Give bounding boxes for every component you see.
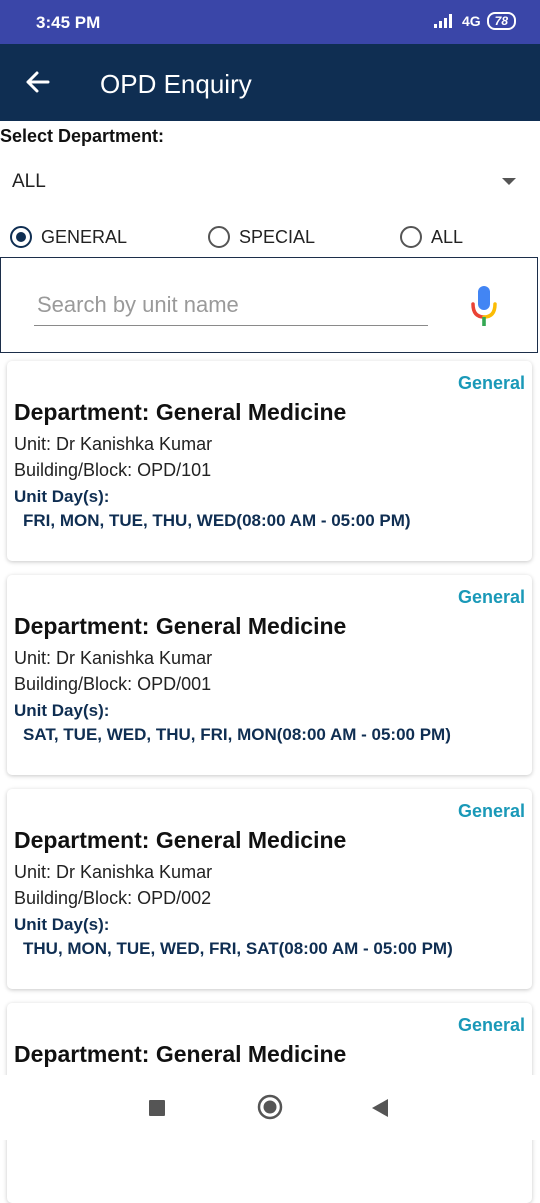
- square-icon: [149, 1100, 165, 1116]
- battery-level: 78: [494, 14, 508, 28]
- radio-general[interactable]: GENERAL: [10, 222, 127, 252]
- dropdown-arrow-icon: [502, 178, 516, 185]
- department-name: Department: General Medicine: [14, 613, 347, 639]
- radio-label: GENERAL: [41, 226, 128, 247]
- radio-special[interactable]: SPECIAL: [208, 222, 315, 252]
- nav-back-button[interactable]: [371, 1098, 389, 1123]
- unit-days: FRI, MON, TUE, THU, WED(08:00 AM - 05:00…: [23, 511, 411, 530]
- radio-unchecked-icon: [208, 226, 230, 248]
- unit-days: SAT, TUE, WED, THU, FRI, MON(08:00 AM - …: [23, 725, 451, 744]
- home-button[interactable]: [257, 1094, 283, 1125]
- arrow-left-icon: [26, 71, 50, 93]
- status-bar: 3:45 PM 4G 78: [0, 0, 540, 44]
- unit-days-label: Unit Day(s):: [14, 487, 110, 506]
- unit-name: Unit: Dr Kanishka Kumar: [14, 862, 213, 882]
- back-button[interactable]: [20, 64, 56, 100]
- status-indicators: 4G 78: [433, 12, 516, 30]
- status-time: 3:45 PM: [36, 13, 101, 32]
- type-badge: General: [457, 373, 525, 393]
- microphone-icon: [471, 286, 497, 326]
- department-label: Select Department:: [0, 126, 165, 146]
- circle-icon: [257, 1094, 283, 1120]
- type-badge: General: [457, 801, 525, 821]
- radio-label: SPECIAL: [239, 226, 316, 247]
- radio-all[interactable]: ALL: [400, 222, 463, 252]
- radio-label: ALL: [431, 226, 464, 247]
- department-dropdown[interactable]: ALL: [0, 160, 530, 204]
- page-title: OPD Enquiry: [100, 69, 252, 99]
- network-type: 4G: [461, 13, 481, 29]
- building-block: Building/Block: OPD/002: [14, 888, 212, 908]
- department-name: Department: General Medicine: [14, 399, 347, 425]
- unit-days: THU, MON, TUE, WED, FRI, SAT(08:00 AM - …: [23, 939, 453, 958]
- building-block: Building/Block: OPD/101: [14, 460, 212, 480]
- voice-search-button[interactable]: [469, 284, 499, 328]
- radio-checked-icon: [10, 226, 32, 248]
- type-badge: General: [457, 1015, 525, 1035]
- system-nav-bar: [0, 1075, 540, 1140]
- department-name: Department: General Medicine: [14, 827, 347, 853]
- unit-days-label: Unit Day(s):: [14, 915, 110, 934]
- search-container: [0, 257, 538, 353]
- building-block: Building/Block: OPD/001: [14, 674, 212, 694]
- unit-card[interactable]: General Department: General Medicine Uni…: [7, 789, 532, 989]
- search-input[interactable]: [34, 285, 428, 326]
- unit-card[interactable]: General Department: General Medicine Uni…: [7, 361, 532, 561]
- app-bar: OPD Enquiry: [0, 44, 540, 121]
- signal-icon: [433, 14, 456, 28]
- triangle-back-icon: [372, 1099, 388, 1117]
- department-selected-value: ALL: [12, 171, 46, 192]
- type-badge: General: [457, 587, 525, 607]
- unit-days-label: Unit Day(s):: [14, 701, 110, 720]
- radio-unchecked-icon: [400, 226, 422, 248]
- unit-name: Unit: Dr Kanishka Kumar: [14, 648, 213, 668]
- department-name: Department: General Medicine: [14, 1041, 347, 1067]
- recents-button[interactable]: [148, 1099, 166, 1122]
- unit-name: Unit: Dr Kanishka Kumar: [14, 434, 213, 454]
- battery-icon: 78: [486, 12, 516, 30]
- unit-card[interactable]: General Department: General Medicine Uni…: [7, 575, 532, 775]
